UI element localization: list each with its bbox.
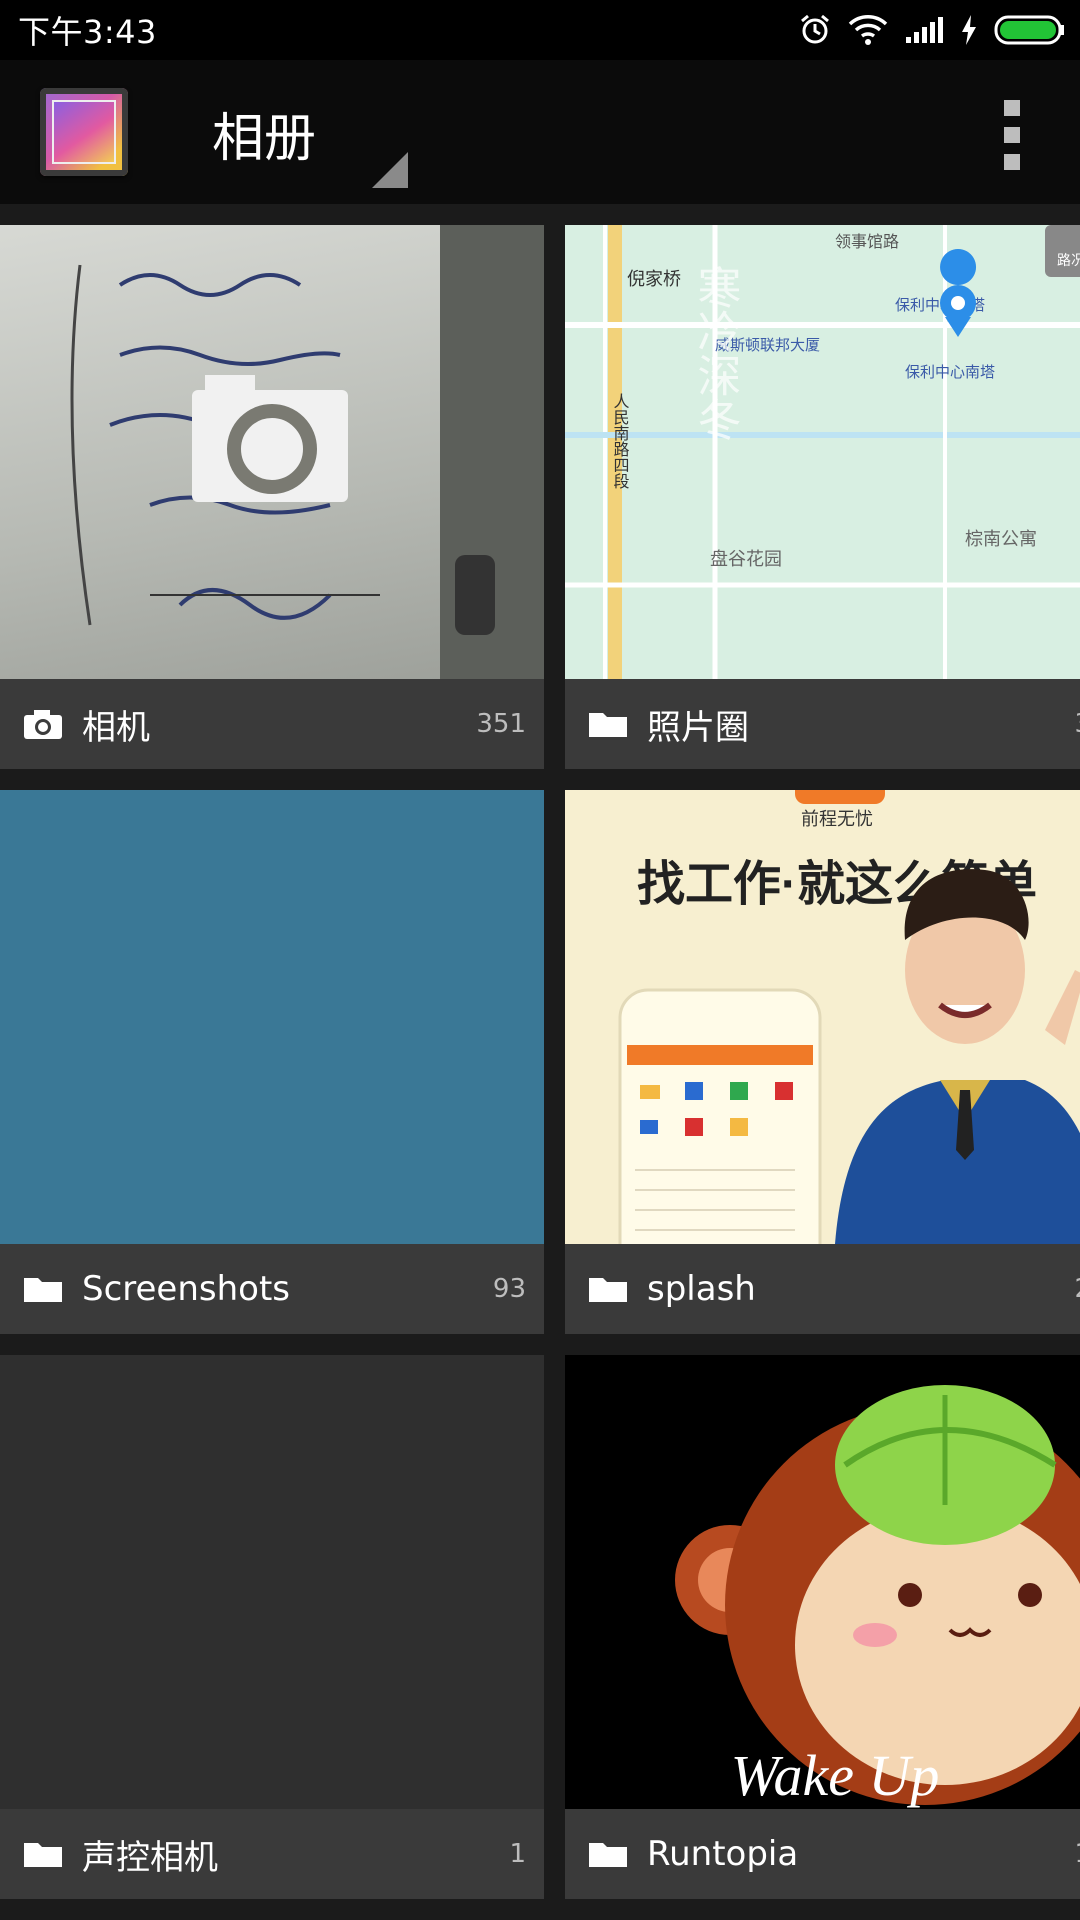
album-thumbnail: 领事馆路 倪家桥 威斯顿联邦大厦 保利中心北塔 保利中心南塔 人民南路四段 盘谷… <box>565 225 1080 679</box>
album-count: 2 <box>1074 1274 1080 1304</box>
album-count: 1 <box>1074 1839 1080 1869</box>
album-thumbnail: 前程无忧 找工作·就这么简单 <box>565 790 1080 1244</box>
album-thumbnail <box>0 790 544 1244</box>
map-label: 盘谷花园 <box>710 549 782 569</box>
folder-icon <box>24 1278 62 1302</box>
camera-overlay-icon <box>192 375 348 502</box>
album-caption: splash 2 <box>565 1244 1080 1334</box>
album-caption: Runtopia 1 <box>565 1809 1080 1899</box>
album-thumbnail <box>0 1355 544 1809</box>
map-label: 棕南公寓 <box>965 529 1037 549</box>
album-thumbnail: Wake Up <box>565 1355 1080 1809</box>
album-name: Runtopia <box>647 1834 799 1874</box>
folder-icon <box>589 1278 627 1302</box>
overflow-menu-button[interactable] <box>992 100 1032 170</box>
map-label: 倪家桥 <box>627 269 681 289</box>
camera-icon <box>24 710 62 739</box>
menu-dot <box>1004 154 1020 170</box>
album-tile-splash[interactable]: 前程无忧 找工作·就这么简单 splash <box>565 790 1080 1334</box>
album-caption: 相机 351 <box>0 679 544 769</box>
wifi-icon <box>848 15 888 45</box>
album-count: 1 <box>509 1839 526 1869</box>
album-tile-runtopia[interactable]: Wake Up Runtopia 1 <box>565 1355 1080 1899</box>
signal-icon <box>906 17 943 43</box>
album-tile-camera[interactable]: 相机 351 <box>0 225 544 769</box>
album-name: 声控相机 <box>82 1837 218 1878</box>
runtopia-wake-text: Wake Up <box>731 1743 940 1808</box>
album-tile-photo-circle[interactable]: 领事馆路 倪家桥 威斯顿联邦大厦 保利中心北塔 保利中心南塔 人民南路四段 盘谷… <box>565 225 1080 769</box>
menu-dot <box>1004 127 1020 143</box>
map-label: 保利中心南塔 <box>905 364 995 381</box>
album-caption: 照片圈 3 <box>565 679 1080 769</box>
map-label: 领事馆路 <box>835 233 899 251</box>
map-overlay-text: 寒冷深冬 <box>691 265 741 441</box>
album-tile-voice-camera[interactable]: 声控相机 1 <box>0 1355 544 1899</box>
folder-icon <box>589 713 627 737</box>
album-count: 3 <box>1074 709 1080 739</box>
folder-icon <box>24 1843 62 1867</box>
app-bar: 相册 <box>0 60 1080 204</box>
album-caption: 声控相机 1 <box>0 1809 544 1899</box>
map-label: 人民南路四段 <box>611 393 630 489</box>
album-name: 照片圈 <box>647 707 749 748</box>
status-time: 下午3:43 <box>18 13 157 51</box>
charging-icon <box>962 15 976 45</box>
album-name: 相机 <box>82 707 150 748</box>
album-tile-screenshots[interactable]: Screenshots 93 <box>0 790 544 1334</box>
menu-dot <box>1004 100 1020 116</box>
battery-icon <box>994 15 1064 45</box>
page-title[interactable]: 相册 <box>212 96 316 171</box>
album-count: 93 <box>492 1274 526 1304</box>
status-bar: 下午3:43 <box>0 0 1080 60</box>
album-thumbnail <box>0 225 544 679</box>
gallery-app-icon <box>40 88 128 176</box>
album-caption: Screenshots 93 <box>0 1244 544 1334</box>
map-label: 路况 <box>1057 252 1080 268</box>
alarm-icon <box>801 14 829 44</box>
album-name: splash <box>647 1269 756 1309</box>
folder-icon <box>589 1843 627 1867</box>
status-icons <box>798 13 1066 47</box>
album-count: 351 <box>476 709 526 739</box>
spinner-dropdown-indicator[interactable] <box>372 152 408 188</box>
album-name: Screenshots <box>82 1269 291 1309</box>
splash-tag: 前程无忧 <box>801 809 873 829</box>
